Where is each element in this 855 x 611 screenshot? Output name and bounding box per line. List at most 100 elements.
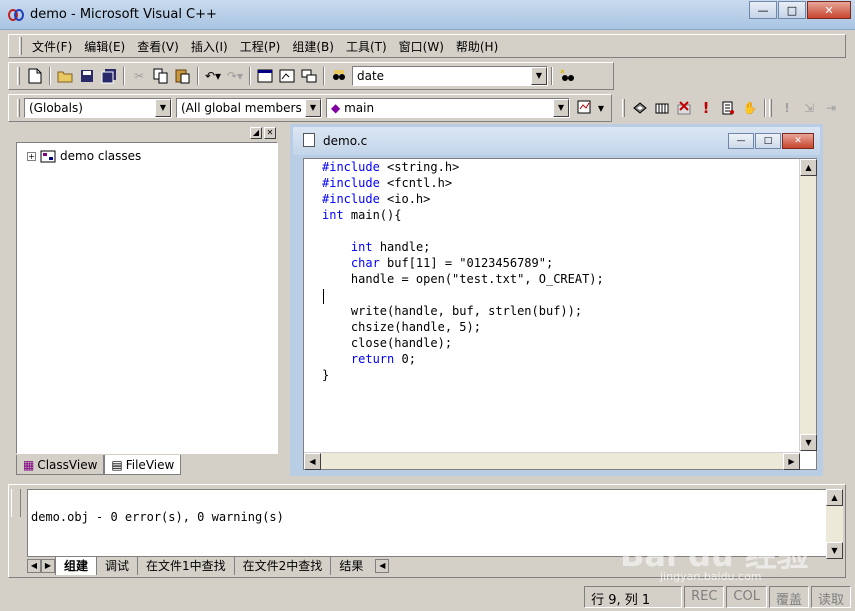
menu-edit[interactable]: 编辑(E) (78, 38, 131, 55)
tab-fileview[interactable]: ▤ FileView (104, 455, 182, 475)
code-line[interactable]: #include <io.h> (322, 191, 604, 207)
menu-help[interactable]: 帮助(H) (450, 38, 504, 55)
tab-classview-label: ClassView (37, 457, 98, 472)
menubar-grip[interactable] (19, 37, 22, 55)
scroll-up-icon[interactable]: ▲ (800, 159, 817, 176)
menu-build[interactable]: 组建(B) (286, 38, 340, 55)
scroll-down-icon[interactable]: ▼ (826, 542, 843, 559)
tab-build[interactable]: 组建 (55, 557, 97, 575)
chevron-down-icon[interactable]: ▼ (553, 99, 569, 117)
save-all-icon[interactable] (98, 65, 120, 87)
code-line[interactable]: handle = open("test.txt", O_CREAT); (322, 271, 604, 287)
output-text-area[interactable]: demo.obj - 0 error(s), 0 warning(s) (27, 489, 827, 557)
class-combo[interactable]: (Globals) ▼ (24, 98, 172, 118)
new-file-icon[interactable] (24, 65, 46, 87)
tab-scroll-right-icon[interactable]: ▶ (41, 559, 55, 573)
undo-icon[interactable]: ↶▾ (202, 65, 224, 87)
expand-icon[interactable]: + (27, 151, 36, 161)
stop-build-icon[interactable] (673, 97, 695, 119)
tab-find-in-files-2[interactable]: 在文件2中查找 (233, 557, 331, 575)
chevron-down-icon[interactable]: ▼ (596, 97, 606, 119)
tab-find-in-files-1[interactable]: 在文件1中查找 (137, 557, 234, 575)
workspace-close-button[interactable]: ✕ (264, 127, 276, 139)
compile-icon[interactable] (629, 97, 651, 119)
members-combo-value: main (344, 101, 375, 115)
build-icon[interactable] (651, 97, 673, 119)
editor-horizontal-scrollbar[interactable]: ◀ ▶ (304, 452, 800, 470)
function-icon: ◆ (331, 101, 341, 115)
code-editor[interactable]: #include <string.h> #include <fcntl.h> #in… (303, 158, 817, 470)
build-result-message: demo.obj - 0 error(s), 0 warning(s) (31, 510, 284, 524)
filter-combo[interactable]: (All global members ▼ (176, 98, 322, 118)
tree-node-root[interactable]: + demo classes (27, 149, 141, 163)
code-line[interactable]: int main(){ (322, 207, 604, 223)
editor-minimize-button[interactable]: — (728, 133, 754, 149)
menu-view[interactable]: 查看(V) (131, 38, 185, 55)
cut-icon[interactable]: ✂ (128, 65, 150, 87)
scroll-right-icon[interactable]: ▶ (783, 453, 800, 470)
menu-project[interactable]: 工程(P) (234, 38, 287, 55)
find-combo[interactable]: date ▼ (352, 66, 548, 86)
tab-debug[interactable]: 调试 (96, 557, 137, 575)
redo-icon[interactable]: ↷▾ (224, 65, 246, 87)
tab-scroll-left-icon[interactable]: ◀ (27, 559, 41, 573)
maximize-button[interactable]: □ (778, 1, 806, 19)
copy-icon[interactable] (150, 65, 172, 87)
code-line[interactable]: return 0; (322, 351, 604, 367)
workspace-dock-button[interactable]: ◢ (250, 127, 262, 139)
close-button[interactable]: ✕ (807, 1, 851, 19)
menu-file[interactable]: 文件(F) (26, 38, 78, 55)
minimize-button[interactable]: — (749, 1, 777, 19)
editor-vertical-scrollbar[interactable]: ▲ ▼ (799, 159, 817, 451)
code-line[interactable]: int handle; (322, 239, 604, 255)
find-icon[interactable] (556, 65, 578, 87)
status-bar: 行 9, 列 1 REC COL 覆盖 读取 (0, 582, 855, 611)
window-list-icon[interactable] (298, 65, 320, 87)
menu-window[interactable]: 窗口(W) (393, 38, 450, 55)
step-into-icon[interactable]: ⇲ (798, 97, 820, 119)
chevron-down-icon[interactable]: ▼ (155, 99, 171, 117)
execute-icon[interactable]: ! (695, 97, 717, 119)
members-combo[interactable]: ◆ main ▼ (326, 98, 570, 118)
status-read: 读取 (810, 585, 851, 608)
output-window-icon[interactable] (276, 65, 298, 87)
step-over-icon[interactable]: ⇥ (820, 97, 842, 119)
output-vertical-scrollbar[interactable]: ▲ ▼ (826, 489, 843, 559)
save-icon[interactable] (76, 65, 98, 87)
editor-close-button[interactable]: ✕ (782, 133, 814, 149)
code-line[interactable] (322, 287, 604, 303)
tab-scroll-left-icon[interactable]: ◀ (375, 559, 390, 573)
menu-insert[interactable]: 插入(I) (185, 38, 234, 55)
go-debug-icon[interactable] (717, 97, 739, 119)
code-line[interactable]: #include <string.h> (322, 159, 604, 175)
output-grip[interactable] (11, 489, 21, 517)
code-line[interactable] (322, 223, 604, 239)
code-line[interactable]: char buf[11] = "0123456789"; (322, 255, 604, 271)
editor-window: demo.c — □ ✕ #include <string.h> #include… (290, 124, 823, 476)
workspace-icon[interactable] (254, 65, 276, 87)
code-line[interactable]: #include <fcntl.h> (322, 175, 604, 191)
code-line[interactable]: close(handle); (322, 335, 604, 351)
code-line[interactable]: write(handle, buf, strlen(buf)); (322, 303, 604, 319)
chevron-down-icon[interactable]: ▼ (305, 99, 321, 117)
find-in-files-icon[interactable] (328, 65, 350, 87)
open-folder-icon[interactable] (54, 65, 76, 87)
exclamation-icon[interactable]: ! (776, 97, 798, 119)
scroll-up-icon[interactable]: ▲ (826, 489, 843, 506)
wizard-action-icon[interactable] (574, 97, 596, 119)
wizard-bar: (Globals) ▼ (All global members ▼ ◆ main… (8, 94, 612, 122)
menu-tools[interactable]: 工具(T) (340, 38, 393, 55)
chevron-down-icon[interactable]: ▼ (531, 67, 547, 85)
breakpoint-hand-icon[interactable]: ✋ (739, 97, 761, 119)
tab-results[interactable]: 结果 (330, 557, 371, 575)
code-text[interactable]: #include <string.h> #include <fcntl.h> #in… (322, 159, 604, 383)
editor-title-bar: demo.c — □ ✕ (293, 127, 820, 155)
paste-icon[interactable] (172, 65, 194, 87)
code-line[interactable]: } (322, 367, 604, 383)
editor-maximize-button[interactable]: □ (755, 133, 781, 149)
menu-bar: 文件(F) 编辑(E) 查看(V) 插入(I) 工程(P) 组建(B) 工具(T… (8, 34, 846, 58)
scroll-left-icon[interactable]: ◀ (304, 453, 321, 470)
code-line[interactable]: chsize(handle, 5); (322, 319, 604, 335)
tab-classview[interactable]: ▦ ClassView (16, 455, 105, 475)
scroll-down-icon[interactable]: ▼ (800, 434, 817, 451)
